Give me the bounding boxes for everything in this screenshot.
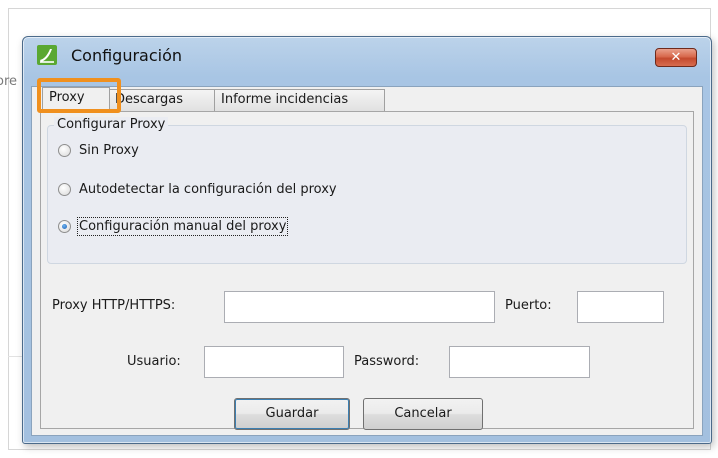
proxy-groupbox: Configurar Proxy Sin Proxy Autodetectar … — [47, 117, 687, 264]
port-input[interactable] — [577, 291, 664, 323]
close-button[interactable]: ✕ — [655, 48, 697, 67]
proxy-tab-panel: Configurar Proxy Sin Proxy Autodetectar … — [40, 111, 694, 430]
configuration-dialog: Configuración ✕ Proxy Descargas Informe … — [22, 36, 712, 444]
close-icon: ✕ — [670, 50, 682, 65]
password-input[interactable] — [449, 346, 590, 378]
app-logo-icon — [37, 45, 57, 65]
radio-button[interactable] — [58, 143, 71, 157]
tab-proxy[interactable]: Proxy — [37, 78, 121, 113]
tab-descargas[interactable]: Descargas — [108, 89, 215, 111]
port-label: Puerto: — [505, 298, 552, 313]
proxy-host-input[interactable] — [224, 291, 495, 323]
title-bar[interactable]: Configuración ✕ — [23, 37, 711, 81]
radio-label: Sin Proxy — [79, 142, 139, 158]
dialog-client-area: Proxy Descargas Informe incidencias Conf… — [31, 78, 703, 436]
radio-label: Autodetectar la configuración del proxy — [79, 181, 337, 197]
save-button-label: Guardar — [265, 406, 319, 421]
proxy-host-label: Proxy HTTP/HTTPS: — [52, 298, 176, 313]
radio-manual-proxy[interactable]: Configuración manual del proxy — [58, 216, 289, 236]
cancel-button-label: Cancelar — [394, 406, 452, 421]
window-title: Configuración — [71, 46, 183, 65]
groupbox-legend: Configurar Proxy — [54, 117, 169, 132]
radio-button[interactable] — [58, 182, 71, 196]
background-text-fragment: ore — [0, 74, 18, 89]
radio-sin-proxy[interactable]: Sin Proxy — [58, 140, 139, 160]
password-label: Password: — [354, 354, 420, 369]
radio-autodetect-proxy[interactable]: Autodetectar la configuración del proxy — [58, 179, 337, 199]
user-label: Usuario: — [127, 354, 181, 369]
radio-label: Configuración manual del proxy — [76, 216, 289, 236]
tab-informe-incidencias[interactable]: Informe incidencias — [214, 89, 385, 111]
radio-button-selected[interactable] — [58, 219, 71, 233]
cancel-button[interactable]: Cancelar — [363, 398, 483, 430]
user-input[interactable] — [204, 346, 344, 378]
tab-proxy-label: Proxy — [49, 90, 85, 105]
save-button[interactable]: Guardar — [234, 398, 350, 430]
tab-descargas-label: Descargas — [115, 92, 184, 107]
tab-informe-label: Informe incidencias — [221, 92, 349, 107]
